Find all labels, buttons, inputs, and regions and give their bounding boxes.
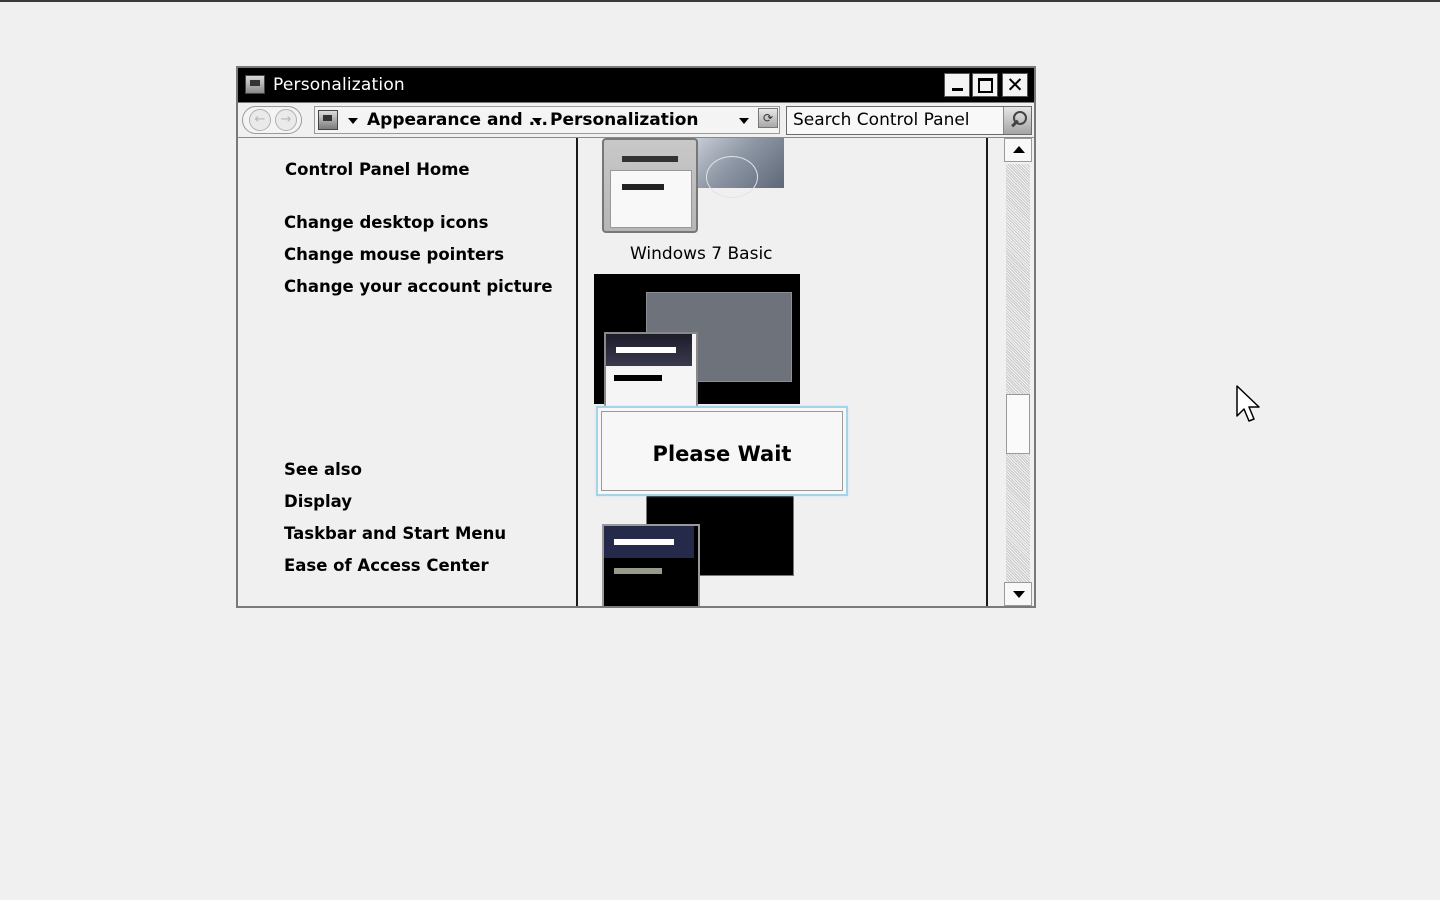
ease-of-access-link[interactable]: Ease of Access Center [284,556,489,575]
tasks-pane: Control Panel Home Change desktop icons … [238,138,576,606]
title-bar[interactable]: Personalization ✕ [238,68,1034,103]
close-icon: ✕ [1006,73,1024,97]
search-box[interactable] [786,106,1032,135]
thumbnail-bar [614,568,662,574]
content-border [986,138,988,606]
theme-thumbnail-windows7-basic[interactable] [602,138,698,233]
close-button[interactable]: ✕ [1002,73,1028,97]
forward-arrow-icon[interactable]: → [275,109,297,131]
scroll-up-arrow-icon[interactable] [1004,138,1032,162]
thumbnail-bar [614,375,662,381]
control-panel-icon [245,75,265,94]
personalization-window: Personalization ✕ ← → Appearance and ...… [236,66,1036,608]
please-wait-message: Please Wait [652,442,792,466]
themes-pane: Windows 7 Basic Please Wait [578,138,986,606]
change-account-picture-link[interactable]: Change your account picture [284,277,553,296]
scrollbar-thumb[interactable] [1006,394,1030,454]
change-mouse-pointers-link[interactable]: Change mouse pointers [284,245,504,264]
window-title: Personalization [273,75,405,95]
change-desktop-icons-link[interactable]: Change desktop icons [284,213,488,232]
breadcrumb[interactable]: Appearance and ... Personalization [314,106,780,134]
address-toolbar: ← → Appearance and ... Personalization ⟳ [238,103,1034,138]
maximize-button[interactable] [972,73,998,97]
thumbnail-bar [622,156,678,162]
dropdown-arrow-icon[interactable] [348,118,358,124]
navigation-buttons: ← → [242,106,302,134]
search-input[interactable] [793,109,993,131]
scrollbar-track[interactable] [1006,164,1030,582]
taskbar-start-menu-link[interactable]: Taskbar and Start Menu [284,524,506,543]
thumbnail-bar [622,184,664,190]
thumbnail-window [604,332,698,408]
please-wait-dialog-body: Please Wait [601,411,843,491]
thumbnail-bar [616,347,676,353]
display-link[interactable]: Display [284,492,352,511]
search-icon[interactable] [1003,107,1031,134]
vertical-scrollbar[interactable] [1004,138,1032,606]
breadcrumb-personalization[interactable]: Personalization [550,110,699,130]
theme-label-windows7-basic[interactable]: Windows 7 Basic [630,244,773,264]
thumbnail-bar [614,539,674,545]
back-arrow-icon[interactable]: ← [249,109,271,131]
refresh-icon[interactable]: ⟳ [758,108,778,128]
screen-top-edge [0,0,1440,2]
breadcrumb-appearance[interactable]: Appearance and ... [367,110,548,130]
control-panel-icon [318,110,338,130]
control-panel-home-link[interactable]: Control Panel Home [285,160,470,179]
theme-thumbnail-high-contrast[interactable] [594,274,800,408]
mouse-cursor-icon [1236,385,1260,422]
scroll-down-arrow-icon[interactable] [1004,582,1032,606]
please-wait-dialog: Please Wait [596,406,848,496]
thumbnail-window-body [610,170,692,228]
minimize-button[interactable] [944,73,970,97]
thumbnail-window [602,524,700,606]
see-also-heading: See also [284,460,362,479]
theme-thumbnail-windows7-basic-background [694,138,784,198]
dropdown-arrow-icon[interactable] [532,118,542,124]
address-history-dropdown[interactable] [739,118,749,124]
